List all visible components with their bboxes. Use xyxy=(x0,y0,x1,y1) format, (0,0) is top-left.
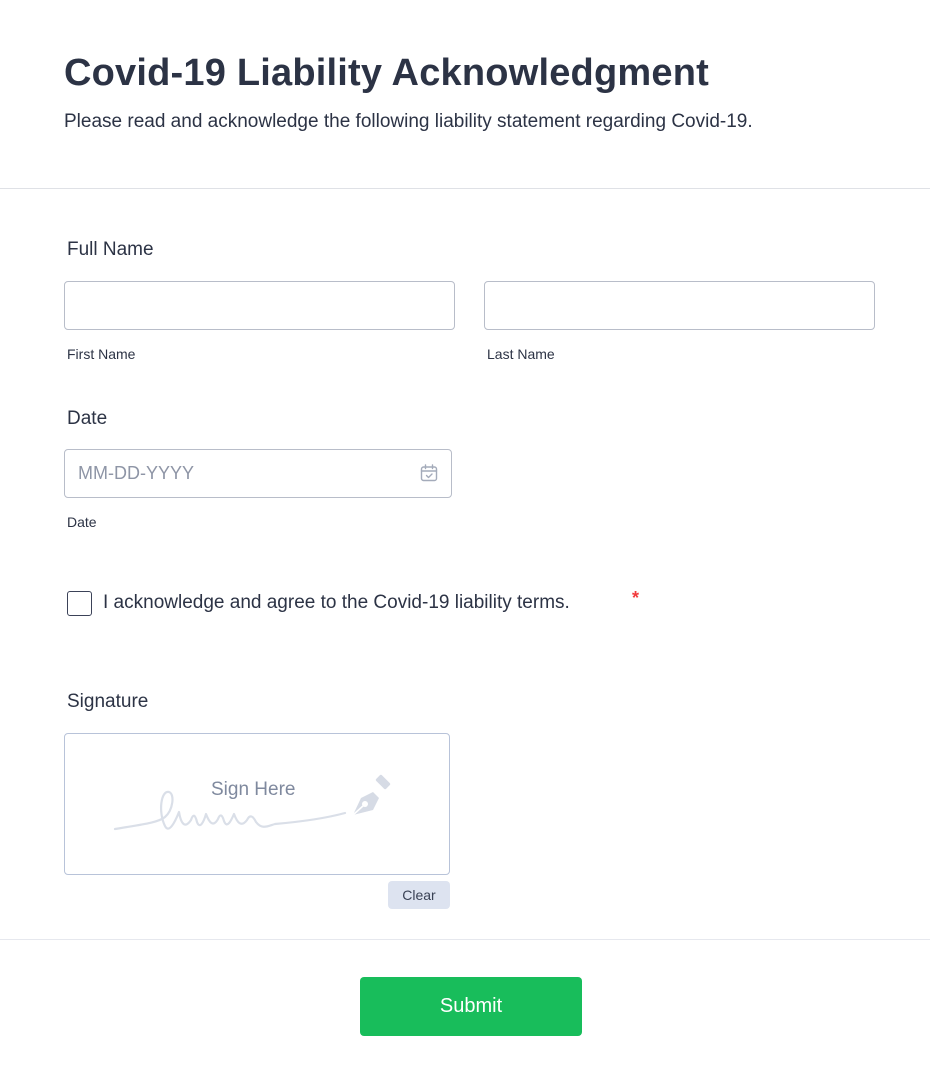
sign-here-hint: Sign Here xyxy=(211,779,296,800)
date-label: Date xyxy=(67,408,108,429)
full-name-label: Full Name xyxy=(67,239,154,260)
first-name-input[interactable] xyxy=(64,281,455,330)
first-name-sublabel: First Name xyxy=(67,346,136,362)
clear-signature-button[interactable]: Clear xyxy=(388,881,450,909)
required-asterisk: * xyxy=(632,588,640,608)
form-header: Covid-19 Liability Acknowledgment Please… xyxy=(0,0,930,189)
page-subtitle: Please read and acknowledge the followin… xyxy=(64,111,753,132)
date-field xyxy=(64,449,452,498)
footer-divider xyxy=(0,939,930,940)
page-title: Covid-19 Liability Acknowledgment xyxy=(64,52,709,94)
calendar-icon[interactable] xyxy=(420,464,438,482)
signature-label: Signature xyxy=(67,691,149,712)
last-name-sublabel: Last Name xyxy=(487,346,555,362)
date-sublabel: Date xyxy=(67,514,97,530)
date-input[interactable] xyxy=(64,449,452,498)
acknowledge-label[interactable]: I acknowledge and agree to the Covid-19 … xyxy=(103,592,570,614)
signature-pad[interactable]: Sign Here xyxy=(64,733,450,875)
acknowledge-checkbox[interactable] xyxy=(67,591,92,616)
submit-button[interactable]: Submit xyxy=(360,977,582,1036)
last-name-input[interactable] xyxy=(484,281,875,330)
pen-nib-icon xyxy=(348,774,398,824)
